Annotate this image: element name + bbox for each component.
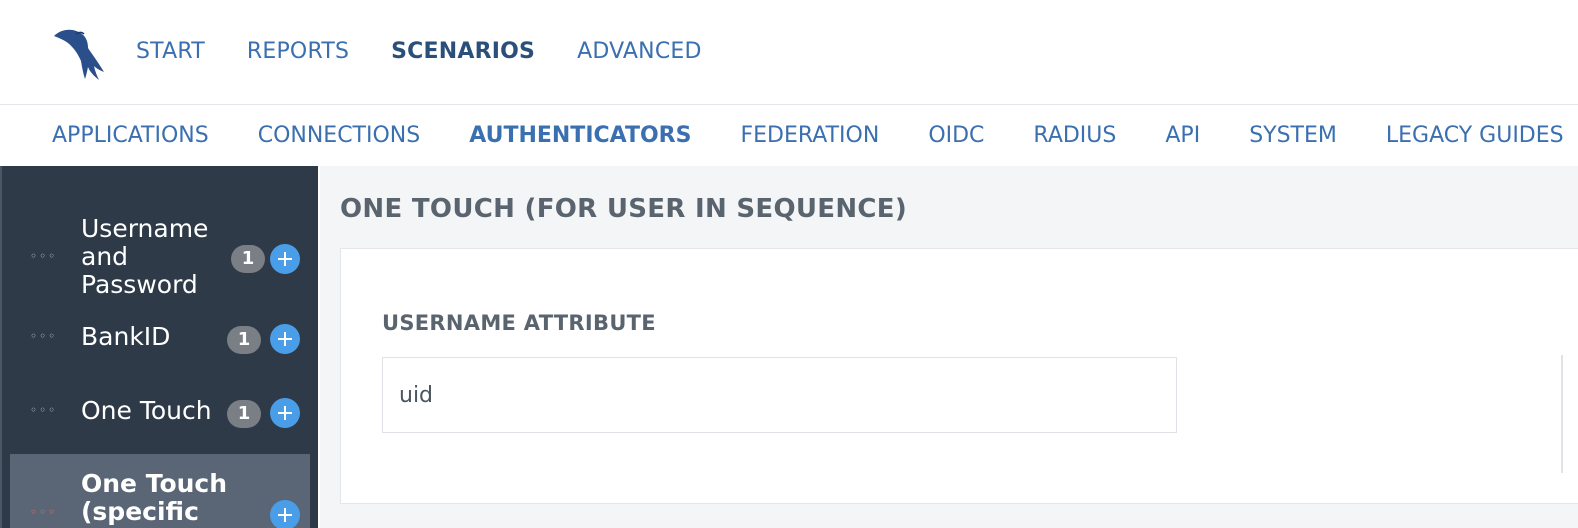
top-nav: START REPORTS SCENARIOS ADVANCED bbox=[136, 36, 744, 68]
top-nav-scenarios[interactable]: SCENARIOS bbox=[391, 36, 535, 68]
plus-icon[interactable] bbox=[270, 500, 300, 528]
username-attribute-input[interactable] bbox=[382, 357, 1177, 433]
sidebar-item-label: Username and Password bbox=[81, 214, 209, 299]
top-bar: START REPORTS SCENARIOS ADVANCED bbox=[0, 0, 1578, 105]
count-badge: 1 bbox=[227, 400, 261, 428]
username-attribute-label: USERNAME ATTRIBUTE bbox=[382, 311, 656, 335]
plus-icon[interactable] bbox=[270, 398, 300, 428]
count-badge: 1 bbox=[231, 245, 265, 273]
sidebar-item-one-touch-specific[interactable]: ◦◦◦ One Touch (specific bbox=[10, 454, 310, 528]
plus-icon[interactable] bbox=[270, 324, 300, 354]
drag-handle-icon[interactable]: ◦◦◦ bbox=[30, 506, 57, 518]
sub-nav: APPLICATIONS CONNECTIONS AUTHENTICATORS … bbox=[0, 106, 1578, 166]
sub-nav-federation[interactable]: FEDERATION bbox=[740, 120, 879, 152]
sub-nav-radius[interactable]: RADIUS bbox=[1033, 120, 1116, 152]
drag-handle-icon[interactable]: ◦◦◦ bbox=[30, 250, 57, 262]
sidebar-item-label: One Touch bbox=[81, 396, 212, 425]
sidebar-item-bankid[interactable]: ◦◦◦ BankID 1 bbox=[10, 306, 310, 372]
sidebar-item-label: One Touch (specific bbox=[81, 469, 228, 526]
drag-handle-icon[interactable]: ◦◦◦ bbox=[30, 330, 57, 342]
drag-handle-icon[interactable]: ◦◦◦ bbox=[30, 404, 57, 416]
sub-nav-applications[interactable]: APPLICATIONS bbox=[52, 120, 209, 152]
authenticator-sidebar: ◦◦◦ Username and Password 1 ◦◦◦ BankID 1… bbox=[0, 166, 318, 528]
page-title: ONE TOUCH (FOR USER IN SEQUENCE) bbox=[340, 194, 908, 224]
sub-nav-system[interactable]: SYSTEM bbox=[1249, 120, 1337, 152]
main-content: ONE TOUCH (FOR USER IN SEQUENCE) USERNAM… bbox=[320, 166, 1578, 528]
divider bbox=[1561, 355, 1563, 473]
sub-nav-oidc[interactable]: OIDC bbox=[928, 120, 984, 152]
bird-logo-icon[interactable] bbox=[52, 26, 108, 82]
count-badge: 1 bbox=[227, 326, 261, 354]
settings-card: USERNAME ATTRIBUTE bbox=[340, 248, 1578, 504]
top-nav-advanced[interactable]: ADVANCED bbox=[577, 36, 702, 68]
sub-nav-api[interactable]: API bbox=[1165, 120, 1200, 152]
sidebar-item-label: BankID bbox=[81, 322, 171, 351]
top-nav-start[interactable]: START bbox=[136, 36, 205, 68]
top-nav-reports[interactable]: REPORTS bbox=[247, 36, 349, 68]
plus-icon[interactable] bbox=[270, 244, 300, 274]
sub-nav-connections[interactable]: CONNECTIONS bbox=[258, 120, 421, 152]
sub-nav-legacy-guides[interactable]: LEGACY GUIDES bbox=[1386, 120, 1564, 152]
sidebar-item-one-touch[interactable]: ◦◦◦ One Touch 1 bbox=[10, 380, 310, 446]
sub-nav-authenticators[interactable]: AUTHENTICATORS bbox=[469, 120, 691, 152]
